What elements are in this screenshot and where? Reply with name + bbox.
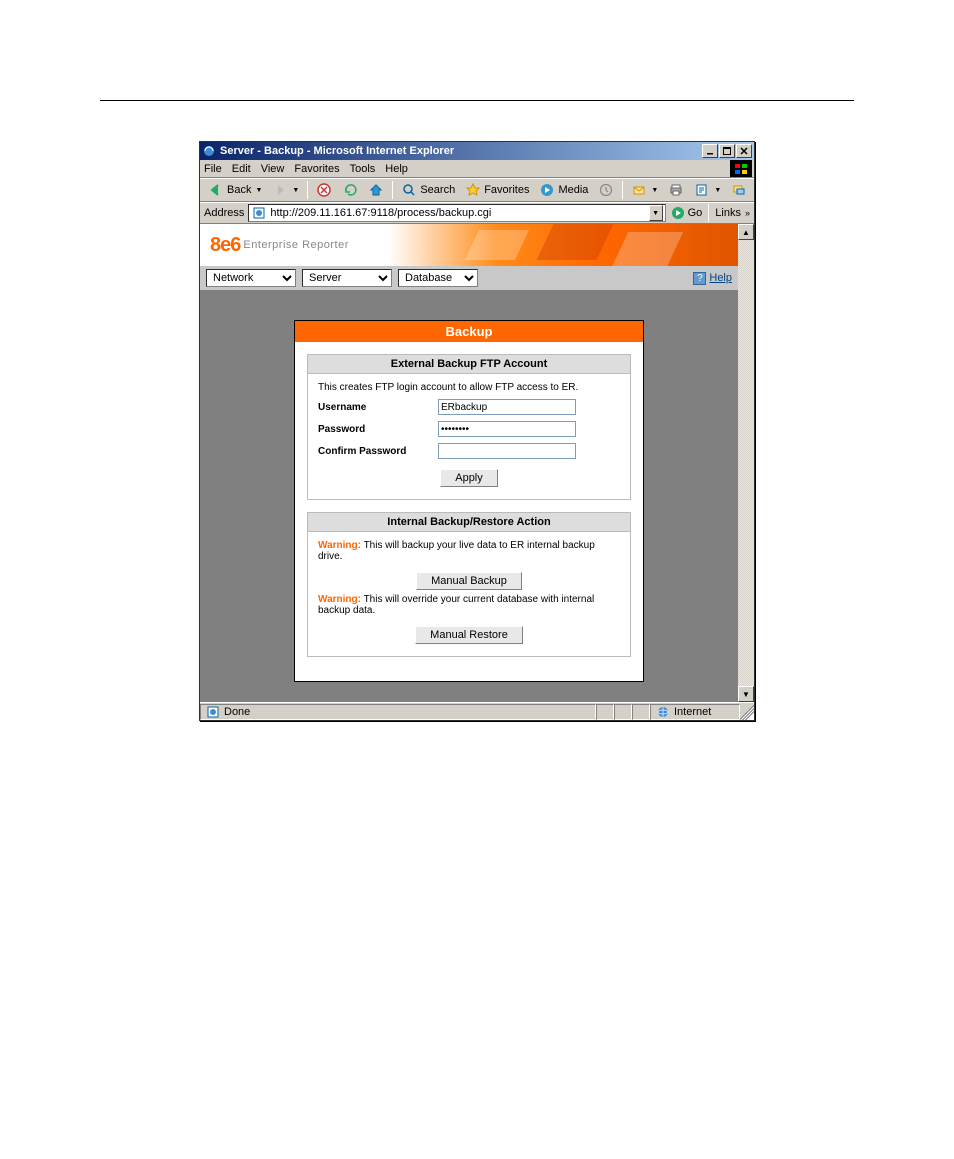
status-zone: Internet (674, 706, 711, 718)
go-label: Go (688, 207, 703, 219)
edit-icon (694, 182, 710, 198)
windows-flag-icon (730, 160, 752, 177)
toolbar: Back ▼ ▼ Search (200, 178, 754, 202)
search-icon (401, 182, 417, 198)
titlebar: Server - Backup - Microsoft Internet Exp… (200, 142, 754, 160)
mail-button[interactable]: ▼ (627, 180, 662, 200)
scroll-up-button[interactable]: ▲ (738, 224, 754, 240)
page-rule (100, 100, 854, 101)
confirm-password-label: Confirm Password (318, 446, 438, 457)
home-icon (368, 182, 384, 198)
section2-header: Internal Backup/Restore Action (308, 513, 630, 532)
refresh-icon (342, 182, 358, 198)
favorites-label: Favorites (484, 184, 529, 196)
page-icon (251, 205, 267, 221)
username-input[interactable] (438, 399, 576, 415)
password-label: Password (318, 424, 438, 435)
refresh-button[interactable] (338, 180, 362, 200)
apply-button[interactable]: Apply (440, 469, 498, 487)
nav-row: Network Server Database ? Help (200, 266, 738, 290)
internet-zone-icon (655, 704, 671, 720)
print-icon (668, 182, 684, 198)
minimize-button[interactable] (702, 144, 718, 158)
nav-database-select[interactable]: Database (398, 269, 478, 287)
panel-title: Backup (295, 321, 643, 342)
close-button[interactable] (736, 144, 752, 158)
status-done: Done (224, 706, 250, 718)
help-link-wrap: ? Help (693, 272, 732, 285)
scroll-track[interactable] (738, 240, 754, 686)
logo-subtitle: Enterprise Reporter (243, 239, 349, 251)
links-label[interactable]: Links (715, 207, 741, 219)
menu-file[interactable]: File (204, 163, 222, 175)
menu-favorites[interactable]: Favorites (294, 163, 339, 175)
history-icon (598, 182, 614, 198)
favorites-icon (465, 182, 481, 198)
history-button[interactable] (594, 180, 618, 200)
statusbar: Done Internet (200, 702, 754, 720)
ie-icon (202, 144, 216, 158)
back-arrow-icon (208, 182, 224, 198)
menu-edit[interactable]: Edit (232, 163, 251, 175)
warning-label-2: Warning: (318, 594, 361, 605)
menubar: File Edit View Favorites Tools Help (200, 160, 754, 178)
confirm-password-input[interactable] (438, 443, 576, 459)
scroll-down-button[interactable]: ▼ (738, 686, 754, 702)
warning-backup: Warning: This will backup your live data… (318, 540, 620, 562)
manual-backup-button[interactable]: Manual Backup (416, 572, 522, 590)
media-button[interactable]: Media (535, 180, 592, 200)
print-button[interactable] (664, 180, 688, 200)
section-internal-backup: Internal Backup/Restore Action Warning: … (307, 512, 631, 657)
back-label: Back (227, 184, 251, 196)
browser-window: Server - Backup - Microsoft Internet Exp… (199, 141, 755, 721)
vertical-scrollbar[interactable]: ▲ ▼ (738, 224, 754, 702)
section1-header: External Backup FTP Account (308, 355, 630, 374)
username-label: Username (318, 402, 438, 413)
back-button[interactable]: Back ▼ (204, 180, 266, 200)
address-dropdown[interactable]: ▼ (649, 205, 663, 221)
warning-restore: Warning: This will override your current… (318, 594, 620, 616)
menu-tools[interactable]: Tools (350, 163, 376, 175)
window-title: Server - Backup - Microsoft Internet Exp… (220, 145, 702, 157)
stop-button[interactable] (312, 180, 336, 200)
favorites-button[interactable]: Favorites (461, 180, 533, 200)
search-button[interactable]: Search (397, 180, 459, 200)
backup-panel: Backup External Backup FTP Account This … (294, 320, 644, 682)
nav-network-select[interactable]: Network (206, 269, 296, 287)
forward-button[interactable]: ▼ (268, 180, 303, 200)
section-external-backup: External Backup FTP Account This creates… (307, 354, 631, 500)
resize-grip[interactable] (740, 704, 754, 720)
password-input[interactable] (438, 421, 576, 437)
home-button[interactable] (364, 180, 388, 200)
discuss-button[interactable] (727, 180, 751, 200)
manual-restore-button[interactable]: Manual Restore (415, 626, 523, 644)
go-button[interactable]: Go (670, 205, 703, 221)
logo: 8e6 (210, 234, 240, 257)
addressbar: Address ▼ Go Links » (200, 202, 754, 224)
help-icon: ? (693, 272, 706, 285)
address-label: Address (204, 207, 244, 219)
section1-desc: This creates FTP login account to allow … (318, 382, 620, 393)
address-input[interactable] (270, 207, 645, 219)
go-icon (670, 205, 686, 221)
banner: 8e6 Enterprise Reporter (200, 224, 738, 266)
address-input-wrap: ▼ (248, 204, 665, 222)
stop-icon (316, 182, 332, 198)
nav-server-select[interactable]: Server (302, 269, 392, 287)
menu-view[interactable]: View (261, 163, 285, 175)
media-label: Media (558, 184, 588, 196)
maximize-button[interactable] (719, 144, 735, 158)
done-icon (205, 704, 221, 720)
menu-help[interactable]: Help (385, 163, 408, 175)
discuss-icon (731, 182, 747, 198)
mail-icon (631, 182, 647, 198)
warning-label-1: Warning: (318, 540, 361, 551)
edit-button[interactable]: ▼ (690, 180, 725, 200)
media-icon (539, 182, 555, 198)
help-link[interactable]: Help (709, 272, 732, 284)
forward-arrow-icon (272, 182, 288, 198)
search-label: Search (420, 184, 455, 196)
